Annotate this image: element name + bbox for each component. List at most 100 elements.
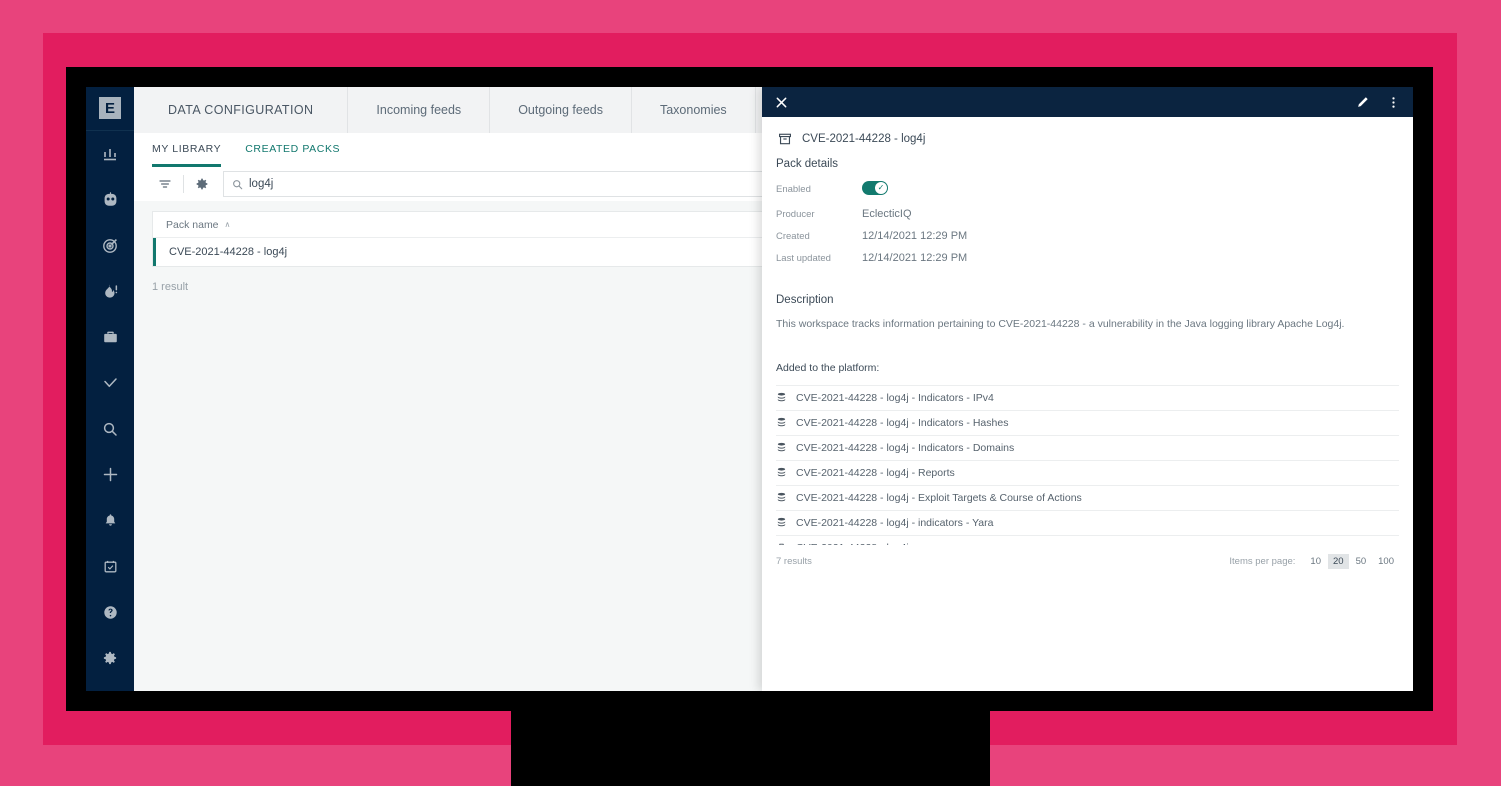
sidebar-item-automation[interactable] xyxy=(86,177,134,223)
sidebar-item-calendar[interactable] xyxy=(86,543,134,589)
search-icon xyxy=(102,421,118,437)
logo-letter: E xyxy=(99,97,121,119)
briefcase-icon xyxy=(776,542,796,545)
checkmark-icon xyxy=(102,375,119,392)
list-item-label: CVE-2021-44228 - log4j - Indicators - IP… xyxy=(796,392,994,404)
nav-tab-data-configuration[interactable]: DATA CONFIGURATION xyxy=(134,87,348,133)
description-block: Description This workspace tracks inform… xyxy=(776,294,1399,332)
list-item-label: CVE-2021-44228 - log4j - Indicators - Ha… xyxy=(796,417,1008,429)
tab-my-library[interactable]: MY LIBRARY xyxy=(152,133,221,167)
tab-label: CREATED PACKS xyxy=(245,143,340,155)
detail-row-last-updated: Last updated 12/14/2021 12:29 PM xyxy=(776,252,1399,264)
sidebar-item-threats[interactable] xyxy=(86,268,134,314)
added-items-list[interactable]: CVE-2021-44228 - log4j - Indicators - IP… xyxy=(776,385,1399,545)
detail-row-enabled: Enabled ✓ xyxy=(776,181,1399,198)
detail-row-producer: Producer EclecticIQ xyxy=(776,208,1399,220)
items-per-page-label: Items per page: xyxy=(1229,556,1295,567)
list-item-label: CVE-2021-44228 - log4j - Exploit Targets… xyxy=(796,492,1082,504)
nav-tab-label: DATA CONFIGURATION xyxy=(168,103,313,117)
app-logo[interactable]: E xyxy=(86,87,134,131)
list-item[interactable]: CVE-2021-44228 - log4j - indicators - Ya… xyxy=(776,511,1399,536)
column-header-pack-name[interactable]: Pack name xyxy=(166,219,219,231)
nav-tab-outgoing-feeds[interactable]: Outgoing feeds xyxy=(490,87,632,133)
flame-alert-icon xyxy=(102,283,119,300)
list-item[interactable]: CVE-2021-44228 - log4j - Indicators - Do… xyxy=(776,436,1399,461)
detail-key: Producer xyxy=(776,209,862,220)
layers-icon xyxy=(776,442,796,453)
gear-icon[interactable] xyxy=(189,171,215,197)
detail-key: Last updated xyxy=(776,253,862,264)
list-item[interactable]: CVE-2021-44228 - log4j - Reports xyxy=(776,461,1399,486)
panel-title-text: CVE-2021-44228 - log4j xyxy=(802,133,925,145)
target-icon xyxy=(102,237,119,254)
detail-value: 12/14/2021 12:29 PM xyxy=(862,252,967,264)
page-size-50[interactable]: 50 xyxy=(1351,554,1372,569)
items-per-page-pager: Items per page: 10 20 50 100 xyxy=(1229,554,1399,569)
cell-pack-name: CVE-2021-44228 - log4j xyxy=(169,246,287,258)
panel-title: CVE-2021-44228 - log4j xyxy=(776,117,1399,158)
briefcase-icon xyxy=(102,329,119,346)
bar-chart-icon xyxy=(102,146,118,162)
layers-icon xyxy=(776,517,796,528)
plus-icon xyxy=(102,466,119,483)
layers-icon xyxy=(776,417,796,428)
layers-icon xyxy=(776,467,796,478)
detail-key: Created xyxy=(776,231,862,242)
filter-icon[interactable] xyxy=(152,171,178,197)
page-size-10[interactable]: 10 xyxy=(1305,554,1326,569)
sidebar-item-help[interactable] xyxy=(86,589,134,635)
nav-tab-label: Incoming feeds xyxy=(376,103,461,117)
list-item-label: CVE-2021-44228 - log4j xyxy=(796,542,909,545)
sidebar-item-notifications[interactable] xyxy=(86,498,134,544)
toggle-knob-check-icon: ✓ xyxy=(875,182,887,194)
added-to-platform-heading: Added to the platform: xyxy=(776,362,1399,374)
sidebar-item-tasks[interactable] xyxy=(86,360,134,406)
pencil-icon[interactable] xyxy=(1356,96,1369,109)
layers-icon xyxy=(776,492,796,503)
list-item[interactable]: CVE-2021-44228 - log4j xyxy=(776,536,1399,545)
description-heading: Description xyxy=(776,294,1399,306)
list-item-label: CVE-2021-44228 - log4j - indicators - Ya… xyxy=(796,517,993,529)
sidebar-item-create[interactable] xyxy=(86,452,134,498)
list-item[interactable]: CVE-2021-44228 - log4j - Exploit Targets… xyxy=(776,486,1399,511)
nav-tab-taxonomies[interactable]: Taxonomies xyxy=(632,87,756,133)
list-item[interactable]: CVE-2021-44228 - log4j - Indicators - Ha… xyxy=(776,411,1399,436)
help-circle-icon xyxy=(103,605,118,620)
sidebar-item-dashboard[interactable] xyxy=(86,131,134,177)
calendar-check-icon xyxy=(103,559,118,574)
toolbar-divider xyxy=(183,175,184,193)
sidebar-item-workspaces[interactable] xyxy=(86,314,134,360)
app-screen: E xyxy=(86,87,1413,691)
detail-key: Enabled xyxy=(776,184,862,195)
left-sidebar: E xyxy=(86,87,134,691)
list-item[interactable]: CVE-2021-44228 - log4j - Indicators - IP… xyxy=(776,386,1399,411)
panel-header xyxy=(762,87,1413,117)
detail-row-created: Created 12/14/2021 12:29 PM xyxy=(776,230,1399,242)
gear-icon xyxy=(102,650,118,666)
close-icon[interactable] xyxy=(775,96,788,109)
panel-footer: 7 results Items per page: 10 20 50 100 xyxy=(776,554,1399,569)
robot-icon xyxy=(102,191,119,208)
sidebar-item-search[interactable] xyxy=(86,406,134,452)
list-item-label: CVE-2021-44228 - log4j - Indicators - Do… xyxy=(796,442,1014,454)
nav-tab-label: Taxonomies xyxy=(660,103,727,117)
more-vertical-icon[interactable] xyxy=(1387,96,1400,109)
pack-details-panel: CVE-2021-44228 - log4j Pack details Enab… xyxy=(762,87,1413,691)
bell-icon xyxy=(103,513,118,528)
sidebar-item-settings[interactable] xyxy=(86,635,134,681)
layers-icon xyxy=(776,392,796,403)
monitor-stand xyxy=(511,711,990,786)
tab-created-packs[interactable]: CREATED PACKS xyxy=(245,133,340,164)
enabled-toggle[interactable]: ✓ xyxy=(862,181,888,198)
poster-background: E xyxy=(0,0,1501,786)
sort-ascending-icon[interactable]: ∧ xyxy=(225,220,231,229)
sidebar-item-targets[interactable] xyxy=(86,223,134,269)
nav-tab-incoming-feeds[interactable]: Incoming feeds xyxy=(348,87,490,133)
list-item-label: CVE-2021-44228 - log4j - Reports xyxy=(796,467,955,479)
panel-body: CVE-2021-44228 - log4j Pack details Enab… xyxy=(762,117,1413,569)
page-size-20[interactable]: 20 xyxy=(1328,554,1349,569)
added-to-platform-block: Added to the platform: CVE-2021-44228 - xyxy=(776,362,1399,569)
search-icon xyxy=(232,179,243,190)
panel-result-count: 7 results xyxy=(776,556,812,567)
page-size-100[interactable]: 100 xyxy=(1373,554,1399,569)
